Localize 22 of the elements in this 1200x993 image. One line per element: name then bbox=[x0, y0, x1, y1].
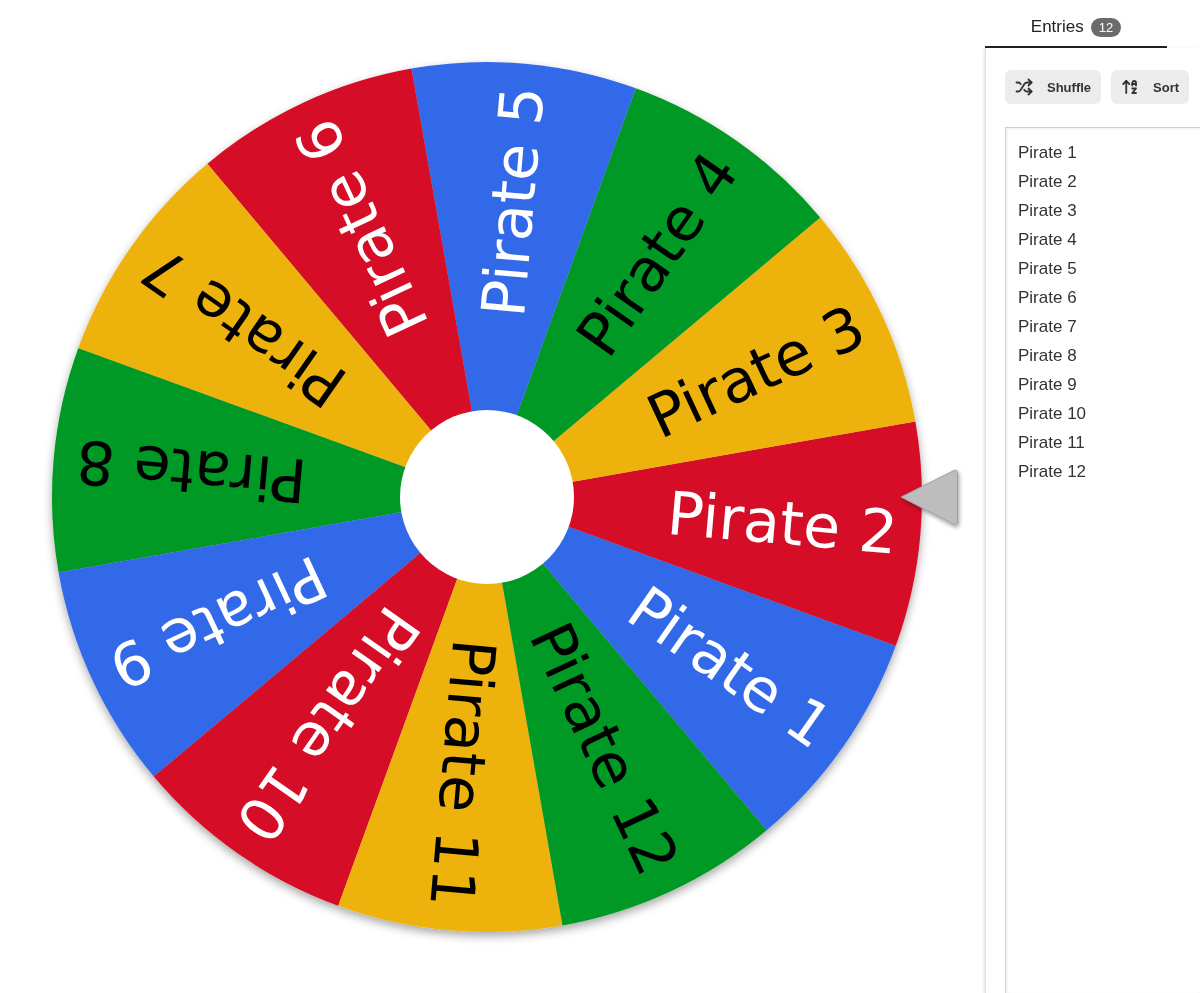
entry-text: Pirate 4 bbox=[1018, 229, 1077, 251]
entry-text: Pirate 8 bbox=[1018, 345, 1077, 367]
segment-label: Pirate 2 bbox=[664, 477, 901, 568]
sort-icon bbox=[1121, 78, 1140, 96]
entry-text: Pirate 7 bbox=[1018, 316, 1077, 338]
entry-text: Pirate 2 bbox=[1018, 171, 1077, 193]
entry-text: Pirate 11 bbox=[1018, 432, 1085, 454]
segment-label: Pirate 8 bbox=[73, 426, 310, 517]
entry-text: Pirate 1 bbox=[1018, 142, 1077, 164]
count-badge: 12 bbox=[1090, 17, 1122, 37]
segment-label: Pirate 5 bbox=[467, 83, 558, 320]
entry-text: Pirate 6 bbox=[1018, 287, 1077, 309]
sort-button[interactable]: Sort bbox=[1111, 70, 1190, 104]
shuffle-button[interactable]: Shuffle bbox=[1005, 70, 1102, 104]
shuffle-icon bbox=[1015, 78, 1033, 96]
entry-text: Pirate 3 bbox=[1018, 200, 1077, 222]
entries-field[interactable]: Pirate 1 Pirate 2 Pirate 3 Pirate 4 Pirate 5 Pirate 6 Pirate 7 Pirate 8 Pirate 9 Pirate 10 Pirate 11 Pirate 12 bbox=[1005, 127, 1200, 993]
entry-text: Pirate 9 bbox=[1018, 374, 1077, 396]
pointer-icon bbox=[900, 469, 958, 526]
entry-text: Pirate 12 bbox=[1018, 461, 1087, 483]
entry-text: Pirate 5 bbox=[1018, 258, 1077, 280]
entry-text: Pirate 10 bbox=[1018, 403, 1087, 425]
